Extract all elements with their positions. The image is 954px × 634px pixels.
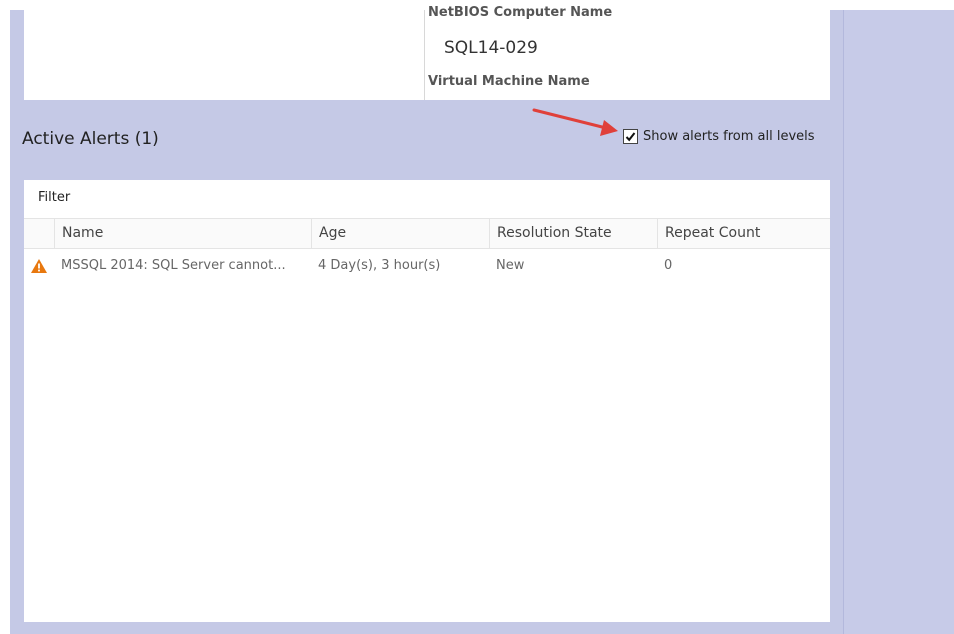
table-row[interactable]: MSSQL 2014: SQL Server cannot... 4 Day(s…: [24, 249, 830, 283]
grid-header-row: Name Age Resolution State Repeat Count: [24, 219, 830, 249]
column-header-name[interactable]: Name: [54, 219, 311, 248]
details-divider: [424, 10, 425, 100]
show-all-levels-checkbox[interactable]: [623, 129, 638, 144]
show-all-levels-toggle[interactable]: Show alerts from all levels: [623, 129, 815, 144]
column-header-repeat-count[interactable]: Repeat Count: [657, 219, 830, 248]
filter-bar[interactable]: Filter: [24, 180, 830, 219]
active-alerts-title: Active Alerts (1): [22, 129, 159, 149]
alert-name-cell: MSSQL 2014: SQL Server cannot...: [61, 258, 286, 273]
warning-icon: [31, 259, 47, 273]
vm-name-label: Virtual Machine Name: [428, 74, 590, 89]
filter-label[interactable]: Filter: [38, 190, 70, 205]
netbios-name-label: NetBIOS Computer Name: [428, 5, 613, 20]
details-panel: NetBIOS Computer Name SQL14-029 Virtual …: [24, 5, 830, 100]
column-header-severity[interactable]: [24, 219, 54, 248]
annotation-arrow-icon: [532, 108, 618, 136]
alert-repeat-count-cell: 0: [664, 258, 673, 273]
checkmark-icon: [625, 132, 636, 142]
alert-resolution-state-cell: New: [496, 258, 525, 273]
show-all-levels-label: Show alerts from all levels: [643, 129, 815, 144]
alerts-grid: Filter Name Age Resolution State Repeat …: [24, 180, 830, 622]
netbios-name-value: SQL14-029: [444, 38, 538, 58]
alert-age-cell: 4 Day(s), 3 hour(s): [318, 258, 441, 273]
column-header-age[interactable]: Age: [311, 219, 489, 248]
right-side-pane: [843, 10, 954, 634]
column-header-resolution-state[interactable]: Resolution State: [489, 219, 657, 248]
